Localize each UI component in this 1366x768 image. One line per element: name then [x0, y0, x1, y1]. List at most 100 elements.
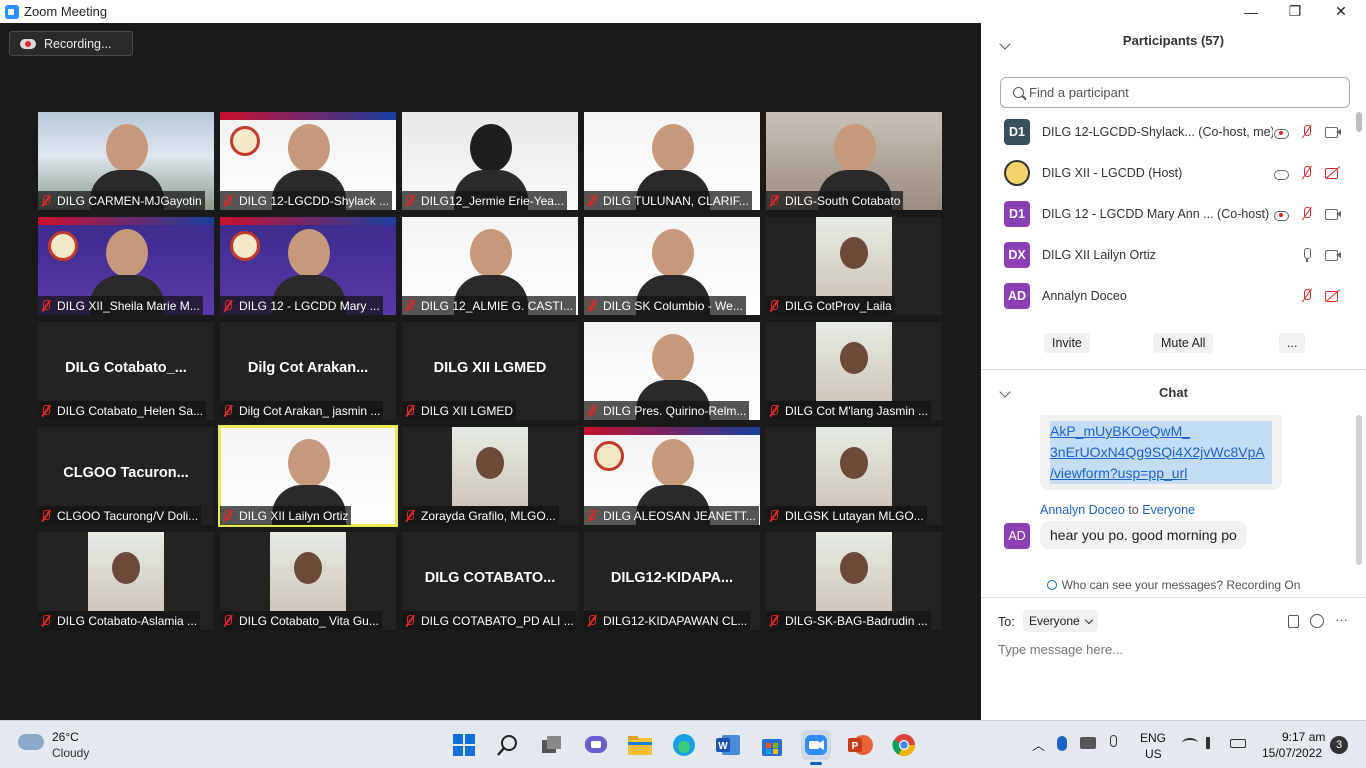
- video-tile[interactable]: DILG CotProv_Laila: [766, 217, 942, 315]
- clock-time[interactable]: 9:17 am: [1282, 730, 1325, 744]
- chat-scrollbar[interactable]: [1356, 415, 1362, 565]
- video-tile[interactable]: DILG12-KIDAPA... DILG12-KIDAPAWAN CL...: [584, 532, 760, 630]
- participant-name: DILG 12 - LGCDD Mary ...: [239, 298, 380, 313]
- participant-name: DILG Cotabato-Aslamia ...: [57, 613, 198, 628]
- chat-link-line[interactable]: /viewform?usp=pp_url: [1050, 463, 1272, 484]
- edge-browser-icon[interactable]: [669, 730, 699, 760]
- video-tile[interactable]: DILG-SK-BAG-Badrudin ...: [766, 532, 942, 630]
- camera-off-icon[interactable]: [1325, 166, 1341, 180]
- video-tile[interactable]: DILGSK Lutayan MLGO...: [766, 427, 942, 525]
- cloud-recording-icon[interactable]: [1273, 207, 1289, 221]
- video-tile[interactable]: Zorayda Grafilo, MLGO...: [402, 427, 578, 525]
- chrome-icon[interactable]: [889, 730, 919, 760]
- participant-row[interactable]: AD Annalyn Doceo: [981, 275, 1353, 316]
- mic-icon[interactable]: [1299, 247, 1315, 262]
- more-options-button[interactable]: ...: [1279, 333, 1306, 353]
- powerpoint-icon[interactable]: P: [845, 730, 875, 760]
- language-1[interactable]: ENG: [1140, 731, 1166, 745]
- volume-icon[interactable]: [1206, 737, 1218, 749]
- video-tile[interactable]: DILG ALEOSAN JEANETT...: [584, 427, 760, 525]
- mic-muted-icon: [768, 509, 780, 523]
- word-icon[interactable]: W: [713, 730, 743, 760]
- maximize-button[interactable]: ❐: [1272, 0, 1318, 23]
- video-tile[interactable]: DILG Cot M'lang Jasmin ...: [766, 322, 942, 420]
- invite-button[interactable]: Invite: [1044, 333, 1090, 353]
- message-input[interactable]: Type message here...: [998, 642, 1123, 657]
- recipient-select[interactable]: Everyone: [1023, 610, 1098, 632]
- meet-now-icon[interactable]: [1080, 737, 1096, 749]
- video-tile[interactable]: DILG Pres. Quirino-Relm...: [584, 322, 760, 420]
- participant-search-input[interactable]: Find a participant: [1000, 77, 1350, 108]
- chat-message-link: AkP_mUyBKOeQwM_ 3nErUOxN4Qg9SQi4X2jvWc8V…: [1040, 415, 1282, 490]
- video-tile[interactable]: DILG 12-LGCDD-Shylack ...: [220, 112, 396, 210]
- participant-figure: [288, 124, 330, 172]
- microphone-icon[interactable]: [1110, 735, 1117, 747]
- video-tile[interactable]: DILG CARMEN-MJGayotin: [38, 112, 214, 210]
- search-icon[interactable]: [493, 730, 523, 760]
- file-explorer-icon[interactable]: [625, 730, 655, 760]
- video-tile[interactable]: DILG 12_ALMIE G. CASTI...: [402, 217, 578, 315]
- video-tile[interactable]: DILG Cotabato-Aslamia ...: [38, 532, 214, 630]
- mic-muted-icon[interactable]: [1299, 124, 1315, 139]
- participant-avatar: D1: [1004, 200, 1030, 227]
- video-tile[interactable]: DILG COTABATO... DILG COTABATO_PD ALI ...: [402, 532, 578, 630]
- weather-desc[interactable]: Cloudy: [52, 746, 89, 760]
- participant-name: DILG XII Lailyn Ortiz: [239, 508, 349, 523]
- camera-icon[interactable]: [1325, 207, 1341, 221]
- file-icon[interactable]: [1288, 615, 1299, 628]
- wifi-icon[interactable]: [1182, 738, 1198, 748]
- recording-indicator[interactable]: Recording...: [9, 31, 133, 56]
- participant-figure: [476, 447, 504, 479]
- camera-icon[interactable]: [1325, 248, 1341, 262]
- video-tile[interactable]: DILG Cotabato_ Vita Gu...: [220, 532, 396, 630]
- camera-off-icon[interactable]: [1325, 289, 1341, 303]
- video-tile[interactable]: DILG XII Lailyn Ortiz: [218, 425, 398, 527]
- video-tile[interactable]: DILG Cotabato_... DILG Cotabato_Helen Sa.…: [38, 322, 214, 420]
- weather-temp[interactable]: 26°C: [52, 730, 79, 744]
- battery-icon[interactable]: [1230, 739, 1246, 748]
- teams-chat-icon[interactable]: [581, 730, 611, 760]
- participant-row[interactable]: DX DILG XII Lailyn Ortiz: [981, 234, 1353, 275]
- video-tile[interactable]: DILG 12 - LGCDD Mary ...: [220, 217, 396, 315]
- chat-link-line[interactable]: 3nErUOxN4Qg9SQi4X2jvWc8VpA: [1050, 442, 1272, 463]
- video-tile[interactable]: DILG-South Cotabato: [766, 112, 942, 210]
- video-tile[interactable]: DILG12_Jermie Erie-Yea...: [402, 112, 578, 210]
- participant-list-name: DILG XII Lailyn Ortiz: [1042, 247, 1156, 262]
- store-icon[interactable]: [757, 730, 787, 760]
- mic-muted-icon[interactable]: [1299, 206, 1315, 221]
- more-icon[interactable]: ···: [1335, 613, 1348, 626]
- video-tile[interactable]: DILG TULUNAN, CLARIF...: [584, 112, 760, 210]
- clock-date[interactable]: 15/07/2022: [1262, 746, 1322, 760]
- chat-recipient[interactable]: Everyone: [1142, 503, 1195, 517]
- video-tile[interactable]: DILG SK Columbio - We...: [584, 217, 760, 315]
- video-tile[interactable]: DILG XII LGMED DILG XII LGMED: [402, 322, 578, 420]
- mic-muted-icon: [222, 614, 234, 628]
- mute-all-button[interactable]: Mute All: [1153, 333, 1214, 353]
- mic-muted-icon[interactable]: [1299, 165, 1315, 180]
- video-tile[interactable]: CLGOO Tacuron... CLGOO Tacurong/V Doli...: [38, 427, 214, 525]
- video-tile[interactable]: DILG XII_Sheila Marie M...: [38, 217, 214, 315]
- participants-scrollbar[interactable]: [1356, 112, 1362, 132]
- emoji-icon[interactable]: [1310, 614, 1324, 628]
- mic-muted-icon[interactable]: [1299, 288, 1315, 303]
- windows-start-icon[interactable]: [449, 730, 479, 760]
- visibility-notice[interactable]: Who can see your messages? Recording On: [981, 578, 1366, 592]
- participant-row[interactable]: D1 DILG 12 - LGCDD Mary Ann ... (Co-host): [981, 193, 1353, 234]
- camera-icon[interactable]: [1325, 125, 1341, 139]
- cloud-recording-icon[interactable]: [1273, 166, 1289, 180]
- participant-row[interactable]: DILG XII - LGCDD (Host): [981, 152, 1353, 193]
- task-view-icon[interactable]: [537, 730, 567, 760]
- mic-muted-icon: [404, 614, 416, 628]
- minimize-button[interactable]: —: [1228, 0, 1274, 23]
- close-button[interactable]: ✕: [1318, 0, 1364, 23]
- notification-badge[interactable]: 3: [1330, 736, 1348, 754]
- language-2[interactable]: US: [1145, 747, 1162, 761]
- chat-link-line[interactable]: AkP_mUyBKOeQwM_: [1050, 421, 1272, 442]
- participant-row[interactable]: D1 DILG 12-LGCDD-Shylack... (Co-host, me): [981, 111, 1353, 152]
- show-hidden-icons[interactable]: ︿: [1032, 735, 1045, 754]
- zoom-app-icon[interactable]: [801, 730, 831, 765]
- cloud-recording-icon[interactable]: [1273, 125, 1289, 139]
- bluetooth-icon[interactable]: [1057, 736, 1067, 751]
- video-tile[interactable]: Dilg Cot Arakan... Dilg Cot Arakan_ jasmi…: [220, 322, 396, 420]
- chat-sender[interactable]: Annalyn Doceo: [1040, 503, 1125, 517]
